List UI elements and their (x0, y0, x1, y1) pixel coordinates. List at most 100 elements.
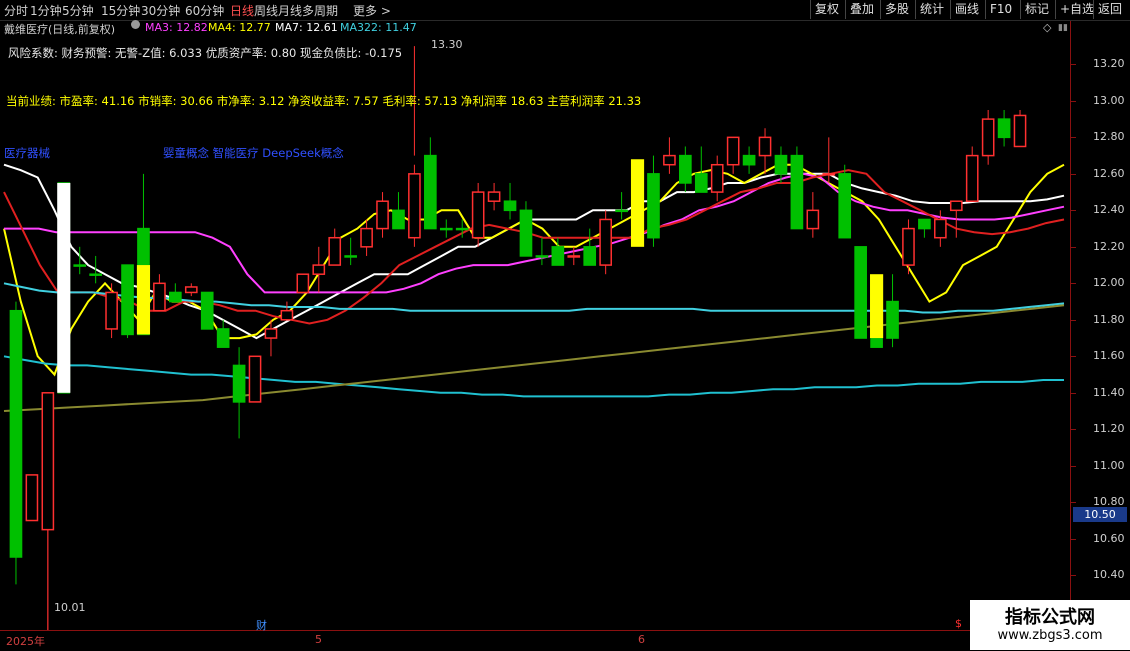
price-tick (1071, 64, 1076, 66)
price-tick (1071, 137, 1076, 139)
toolbar-button-1[interactable]: 叠加 (845, 0, 878, 19)
date-axis: 2025年 财 5 6 $ (0, 617, 1070, 651)
watermark-title: 指标公式网 (1005, 607, 1095, 628)
price-tick (1071, 538, 1076, 540)
candle-body (965, 154, 979, 202)
price-tick-label: 11.60 (1093, 349, 1125, 363)
candle-body (296, 273, 310, 294)
candle-body (169, 291, 182, 303)
candle-body (328, 236, 342, 266)
candle-body (360, 227, 373, 248)
price-tick-label: 11.00 (1093, 458, 1125, 472)
period-tab-3[interactable]: 15分钟 (101, 2, 140, 19)
candle-body (551, 246, 565, 266)
price-tick (1071, 575, 1076, 577)
price-tick-label: 12.00 (1093, 276, 1125, 290)
candle-body (25, 474, 39, 522)
watermark-url: www.zbgs3.com (997, 628, 1103, 643)
candle-body (997, 118, 1011, 139)
stock-title[interactable]: 戴维医疗(日线,前复权) (4, 21, 115, 37)
price-tick-label: 11.40 (1093, 385, 1125, 399)
candle-body (806, 209, 820, 230)
risk-note: 风险系数: 财务预警: 无警-Z值: 6.033 优质资产率: 0.80 现金负… (8, 46, 403, 60)
candle-body (471, 191, 485, 239)
period-tab-7[interactable]: 周线 (254, 2, 278, 19)
price-tick (1071, 502, 1076, 504)
toolbar-button-0[interactable]: 复权 (810, 0, 843, 19)
candle-body (280, 309, 294, 321)
candle-body (9, 309, 23, 558)
candle-body (121, 264, 134, 336)
period-tab-1[interactable]: 1分钟 (30, 2, 62, 19)
candle-body (647, 173, 660, 239)
period-tab-2[interactable]: 5分钟 (62, 2, 94, 19)
period-tab-9[interactable]: 多周期 (302, 2, 338, 19)
industry-label: 医疗器械 (4, 146, 50, 160)
candle-body (822, 173, 836, 176)
price-tick-label: 10.60 (1093, 531, 1125, 545)
price-tick-label: 13.00 (1093, 93, 1125, 107)
high-price-label: 13.30 (431, 38, 463, 51)
signal-bar (870, 274, 884, 339)
finance-marker[interactable]: 财 (256, 617, 267, 633)
signal-bar (57, 182, 71, 393)
signal-bar (136, 265, 151, 335)
period-tab-6[interactable]: 日线 (230, 2, 254, 19)
ma322-label: MA322: 11.47 (340, 21, 417, 34)
ma3-label: MA3: 12.82 (145, 21, 208, 34)
candle-body (264, 328, 278, 339)
candle-body (424, 154, 437, 230)
ma-line-6 (3, 304, 1065, 412)
toolbar-button-8[interactable]: 返回 (1093, 0, 1126, 19)
scroll-handle-icon[interactable]: ▮▮ (1058, 23, 1068, 33)
toolbar-button-7[interactable]: +自选 (1055, 0, 1098, 19)
candle-body (392, 209, 405, 230)
candle-body (758, 136, 772, 157)
period-tab-5[interactable]: 60分钟 (185, 2, 224, 19)
period-tab-8[interactable]: 月线 (278, 2, 302, 19)
candle-body (105, 291, 118, 330)
price-tick-label: 12.20 (1093, 239, 1125, 253)
candle-body (248, 355, 262, 403)
price-tick (1071, 429, 1076, 431)
ma-line-1 (3, 163, 1065, 377)
price-tick (1071, 283, 1076, 285)
toolbar-button-6[interactable]: 标记 (1020, 0, 1053, 19)
diamond-icon[interactable]: ◇ (1043, 21, 1051, 34)
candle-body (439, 227, 453, 231)
candle-body (376, 200, 389, 230)
candle-body (89, 273, 102, 276)
price-tick-label: 11.20 (1093, 422, 1125, 436)
year-label: 2025年 (6, 635, 45, 648)
period-tab-10[interactable]: 更多 > (353, 2, 391, 19)
performance-note: 当前业绩: 市盈率: 41.16 市销率: 30.66 市净率: 3.12 净资… (6, 94, 642, 108)
candle-body (232, 364, 246, 403)
candle-body (679, 154, 692, 184)
candle-body (949, 200, 963, 212)
candle-body (615, 209, 628, 213)
price-tick (1071, 100, 1076, 102)
toolbar-button-5[interactable]: F10 (985, 0, 1016, 19)
period-tab-0[interactable]: 分时 (4, 2, 28, 19)
candle-body (153, 282, 166, 312)
candle-body (567, 255, 581, 258)
price-tick (1071, 465, 1076, 467)
dividend-marker[interactable]: $ (955, 617, 962, 630)
price-tick (1071, 173, 1076, 175)
price-tick (1071, 210, 1076, 212)
price-tick-label: 12.40 (1093, 203, 1125, 217)
candle-body (902, 227, 915, 266)
candle-body (742, 154, 756, 166)
toolbar-button-3[interactable]: 统计 (915, 0, 948, 19)
candle-body (503, 200, 517, 212)
price-tick (1071, 356, 1076, 358)
candle-body (535, 255, 549, 258)
candle-body (344, 255, 357, 258)
toolbar-button-2[interactable]: 多股 (880, 0, 913, 19)
period-tab-4[interactable]: 30分钟 (141, 2, 180, 19)
ma-line-5 (3, 355, 1064, 398)
candle-body (710, 163, 724, 193)
toolbar-button-4[interactable]: 画线 (950, 0, 983, 19)
candle-body (790, 154, 804, 230)
candle-body (583, 246, 597, 266)
